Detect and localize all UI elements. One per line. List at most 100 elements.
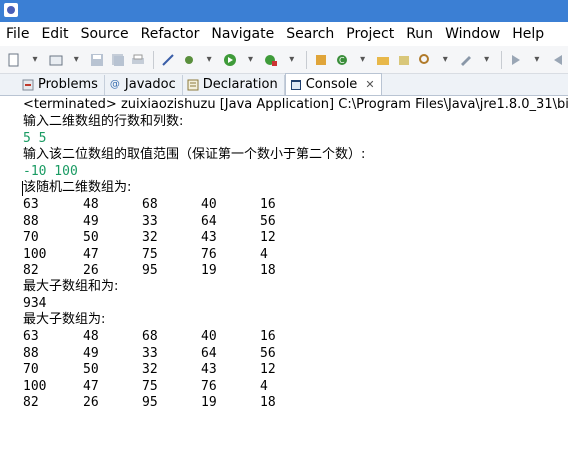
run-icon[interactable]	[222, 52, 237, 68]
prompt-rows-cols: 输入二维数组的行数和列数:	[23, 114, 184, 129]
matrix-cell: 47	[83, 246, 99, 262]
matrix-cell: 100	[23, 378, 47, 394]
menu-source[interactable]: Source	[75, 22, 135, 46]
save-icon[interactable]	[90, 52, 105, 68]
external-tools-icon[interactable]	[264, 52, 279, 68]
matrix-cell: 43	[201, 230, 217, 245]
menu-help[interactable]: Help	[506, 22, 550, 46]
matrix-cell: 40	[201, 329, 217, 344]
matrix-cell: 50	[83, 230, 99, 245]
matrix-cell: 26	[83, 395, 99, 410]
eclipse-app-icon	[4, 3, 18, 17]
console-icon	[290, 79, 302, 91]
view-tab-bar: Problems @ Javadoc Declaration Console ✕	[0, 73, 568, 96]
matrix-cell: 56	[260, 213, 276, 229]
matrix-cell: 82	[23, 395, 39, 410]
new-file-icon[interactable]	[7, 52, 22, 68]
javadoc-icon: @	[109, 79, 120, 90]
menu-project[interactable]: Project	[340, 22, 400, 46]
matrix-cell: 88	[23, 345, 39, 361]
dropdown-arrow-icon[interactable]: ▾	[69, 52, 84, 68]
menu-edit[interactable]: Edit	[35, 22, 74, 46]
back-icon[interactable]	[550, 52, 565, 68]
menu-navigate[interactable]: Navigate	[205, 22, 280, 46]
dropdown-arrow-icon[interactable]: ▾	[202, 52, 217, 68]
matrix-cell: 82	[23, 263, 39, 278]
matrix-cell: 49	[83, 213, 99, 229]
save-all-icon[interactable]	[110, 52, 125, 68]
search-icon[interactable]	[417, 52, 432, 68]
open-type-icon[interactable]	[48, 52, 63, 68]
dropdown-arrow-icon[interactable]: ▾	[479, 52, 494, 68]
dropdown-arrow-icon[interactable]: ▾	[355, 52, 370, 68]
dropdown-arrow-icon[interactable]: ▾	[28, 52, 43, 68]
matrix-cell: 32	[142, 362, 158, 377]
open-folder-icon[interactable]	[376, 52, 391, 68]
matrix-cell: 19	[201, 263, 217, 278]
declaration-icon	[187, 79, 199, 91]
tab-javadoc-label: Javadoc	[124, 77, 176, 92]
max-sum-value: 934	[23, 296, 47, 311]
matrix-cell: 70	[23, 362, 39, 377]
debug-icon[interactable]	[181, 52, 196, 68]
new-class-icon[interactable]: C	[335, 52, 350, 68]
matrix-cell: 68	[142, 197, 158, 212]
dropdown-arrow-icon[interactable]: ▾	[438, 52, 453, 68]
toolbar-separator	[306, 50, 308, 69]
menu-refactor[interactable]: Refactor	[135, 22, 206, 46]
matrix-cell: 43	[201, 362, 217, 377]
annotation-next-icon[interactable]	[459, 52, 474, 68]
menu-bar: File Edit Source Refactor Navigate Searc…	[0, 22, 568, 46]
dropdown-arrow-icon[interactable]: ▾	[530, 52, 545, 68]
matrix-cell: 63	[23, 197, 39, 212]
matrix-cell: 68	[142, 329, 158, 344]
open-task-icon[interactable]	[397, 52, 412, 68]
matrix-cell: 32	[142, 230, 158, 245]
toolbar-separator	[500, 50, 502, 69]
console-output[interactable]: 输入二维数组的行数和列数: 5 5 输入该二位数组的取值范围（保证第一个数小于第…	[0, 114, 568, 454]
matrix-cell: 75	[142, 246, 158, 262]
matrix-cell: 40	[201, 197, 217, 212]
menu-run[interactable]: Run	[400, 22, 439, 46]
menu-window[interactable]: Window	[439, 22, 506, 46]
matrix-cell: 33	[142, 345, 158, 361]
new-java-project-icon[interactable]	[314, 52, 329, 68]
matrix-cell: 75	[142, 378, 158, 394]
matrix-cell: 64	[201, 345, 217, 361]
tab-problems[interactable]: Problems	[18, 75, 105, 95]
tab-javadoc[interactable]: @ Javadoc	[105, 75, 183, 95]
matrix-cell: 16	[260, 329, 276, 344]
matrix-cell: 88	[23, 213, 39, 229]
max-sum-label: 最大子数组和为:	[23, 279, 119, 294]
matrix-cell: 18	[260, 395, 276, 410]
window-title-bar[interactable]	[0, 0, 568, 22]
max-subarray-label: 最大子数组为:	[23, 312, 106, 327]
dropdown-arrow-icon[interactable]: ▾	[284, 52, 299, 68]
navigate-next-icon[interactable]	[509, 52, 524, 68]
matrix-cell: 95	[142, 263, 158, 278]
menu-search[interactable]: Search	[280, 22, 340, 46]
close-icon[interactable]: ✕	[365, 75, 374, 95]
tab-console-label: Console	[305, 76, 358, 92]
prompt-range: 输入该二位数组的取值范围（保证第一个数小于第二个数）:	[23, 147, 366, 162]
dropdown-arrow-icon[interactable]: ▾	[243, 52, 258, 68]
tab-problems-label: Problems	[38, 77, 98, 92]
matrix-cell: 4	[260, 246, 268, 262]
menu-file[interactable]: File	[0, 22, 35, 46]
print-icon[interactable]	[131, 52, 146, 68]
matrix-cell: 48	[83, 197, 99, 212]
random-array-label: 该随机二维数组为:	[23, 180, 132, 195]
problems-icon	[22, 79, 34, 91]
skip-breakpoints-icon[interactable]	[161, 52, 176, 68]
tab-console[interactable]: Console ✕	[284, 73, 382, 95]
tab-declaration[interactable]: Declaration	[183, 75, 285, 95]
console-status-line: <terminated> zuixiaozishuzu [Java Applic…	[0, 96, 568, 114]
matrix-cell: 95	[142, 395, 158, 410]
matrix-cell: 63	[23, 329, 39, 344]
input-rows-cols: 5 5	[23, 131, 47, 146]
matrix-cell: 70	[23, 230, 39, 245]
matrix-cell: 16	[260, 197, 276, 212]
matrix-cell: 76	[201, 378, 217, 394]
input-range: -10 100	[23, 164, 78, 179]
matrix-cell: 49	[83, 345, 99, 361]
